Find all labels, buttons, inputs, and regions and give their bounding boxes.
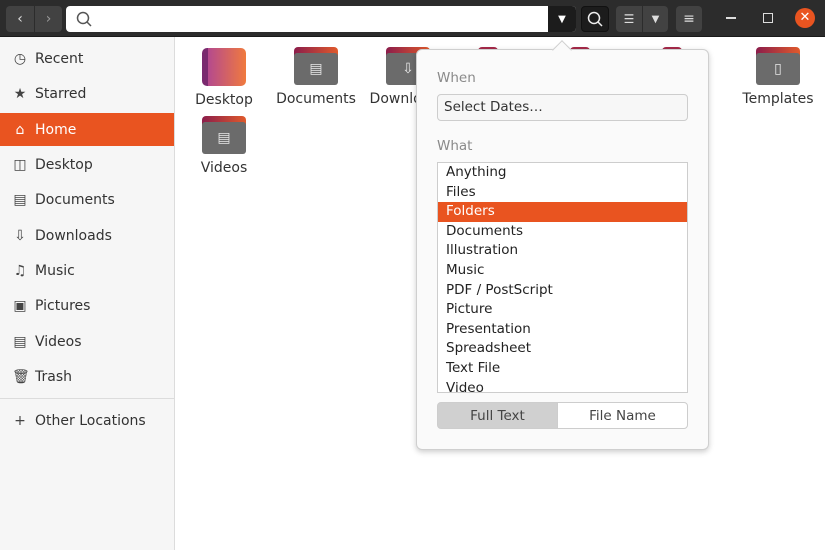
sidebar-item-desktop[interactable]: ◫ Desktop	[0, 148, 174, 181]
sidebar-item-label: Other Locations	[35, 413, 146, 429]
desktop-folder-icon	[202, 48, 246, 86]
sidebar-item-label: Trash	[35, 369, 72, 385]
list-view-button[interactable]: ☰	[616, 6, 642, 32]
caret-down-icon: ▼	[558, 14, 566, 25]
sidebar-item-label: Pictures	[35, 298, 90, 314]
file-type-option[interactable]: Documents	[438, 222, 687, 242]
main-menu-button[interactable]: ≡	[676, 6, 702, 32]
chevron-left-icon: ‹	[17, 11, 23, 27]
sidebar-item-documents[interactable]: ▤ Documents	[0, 183, 174, 216]
file-item-templates[interactable]: ▯ Templates	[732, 47, 824, 107]
file-type-option[interactable]: Anything	[438, 163, 687, 183]
sidebar-item-trash[interactable]: 🗑 Trash	[0, 360, 174, 393]
hamburger-menu-icon: ≡	[683, 11, 695, 27]
file-label: Documents	[276, 91, 356, 107]
close-icon: ✕	[800, 10, 811, 25]
home-icon: ⌂	[12, 122, 28, 138]
when-label: When	[437, 70, 476, 86]
sidebar-item-label: Home	[35, 122, 76, 138]
templates-folder-icon: ▯	[756, 47, 800, 85]
sidebar-item-other-locations[interactable]: + Other Locations	[0, 404, 174, 437]
maximize-button[interactable]	[763, 13, 773, 23]
search-icon	[587, 11, 603, 27]
file-label: Desktop	[195, 92, 253, 108]
file-type-option-selected[interactable]: Folders	[438, 202, 687, 222]
file-type-option[interactable]: Spreadsheet	[438, 339, 687, 359]
select-dates-button[interactable]: Select Dates…	[437, 94, 688, 121]
sidebar-item-label: Documents	[35, 192, 115, 208]
file-type-option[interactable]: Illustration	[438, 241, 687, 261]
sidebar: ◷ Recent ★ Starred ⌂ Home ◫ Desktop ▤ Documen…	[0, 37, 175, 550]
video-icon: ▤	[12, 334, 28, 350]
search-options-popover: When Select Dates… What Anything Files F…	[416, 49, 709, 450]
minimize-button[interactable]	[726, 17, 736, 19]
sidebar-item-recent[interactable]: ◷ Recent	[0, 42, 174, 75]
sidebar-item-starred[interactable]: ★ Starred	[0, 77, 174, 110]
file-type-option[interactable]: Music	[438, 261, 687, 281]
chevron-right-icon: ›	[46, 11, 52, 27]
videos-folder-icon: ▤	[202, 116, 246, 154]
full-text-toggle[interactable]: Full Text	[437, 402, 558, 429]
sidebar-item-videos[interactable]: ▤ Videos	[0, 325, 174, 358]
sidebar-item-downloads[interactable]: ⇩ Downloads	[0, 219, 174, 252]
desktop-icon: ◫	[12, 157, 28, 173]
trash-icon: 🗑	[12, 369, 28, 385]
file-type-option[interactable]: PDF / PostScript	[438, 281, 687, 301]
sidebar-item-music[interactable]: ♫ Music	[0, 254, 174, 287]
search-toggle-button[interactable]	[581, 6, 609, 32]
sidebar-item-pictures[interactable]: ▣ Pictures	[0, 289, 174, 322]
file-type-option[interactable]: Picture	[438, 300, 687, 320]
file-type-option[interactable]: Text File	[438, 359, 687, 379]
back-button[interactable]: ‹	[6, 6, 34, 32]
search-field[interactable]: ▼	[66, 6, 576, 32]
header-bar: ‹ › ▼ ☰ ▼ ≡ ✕	[0, 0, 825, 37]
file-label: Videos	[201, 160, 248, 176]
file-item-videos[interactable]: ▤ Videos	[178, 116, 270, 176]
file-label: Templates	[742, 91, 813, 107]
file-type-option[interactable]: Files	[438, 183, 687, 203]
sidebar-item-label: Desktop	[35, 157, 93, 173]
music-icon: ♫	[12, 263, 28, 279]
file-type-option[interactable]: Presentation	[438, 320, 687, 340]
search-input[interactable]	[96, 6, 546, 32]
forward-button[interactable]: ›	[35, 6, 62, 32]
documents-folder-icon: ▤	[294, 47, 338, 85]
file-type-list[interactable]: Anything Files Folders Documents Illustr…	[437, 162, 688, 393]
view-options-button[interactable]: ▼	[643, 6, 668, 32]
close-button[interactable]: ✕	[795, 8, 815, 28]
plus-icon: +	[12, 413, 28, 429]
file-type-option[interactable]: Video	[438, 379, 687, 393]
document-icon: ▤	[12, 192, 28, 208]
caret-down-icon: ▼	[652, 14, 660, 25]
sidebar-item-label: Starred	[35, 86, 86, 102]
sidebar-item-label: Recent	[35, 51, 83, 67]
file-name-toggle[interactable]: File Name	[557, 402, 688, 429]
search-icon	[76, 11, 92, 27]
file-item-desktop[interactable]: Desktop	[178, 48, 270, 108]
sidebar-divider	[0, 398, 174, 399]
sidebar-item-label: Downloads	[35, 228, 112, 244]
sidebar-item-home[interactable]: ⌂ Home	[0, 113, 174, 146]
download-icon: ⇩	[12, 228, 28, 244]
search-options-dropdown-button[interactable]: ▼	[548, 6, 576, 32]
sidebar-item-label: Music	[35, 263, 75, 279]
list-view-icon: ☰	[624, 12, 635, 26]
what-label: What	[437, 138, 472, 154]
sidebar-item-label: Videos	[35, 334, 82, 350]
file-item-documents[interactable]: ▤ Documents	[270, 47, 362, 107]
picture-icon: ▣	[12, 298, 28, 314]
clock-icon: ◷	[12, 51, 28, 67]
star-icon: ★	[12, 86, 28, 102]
